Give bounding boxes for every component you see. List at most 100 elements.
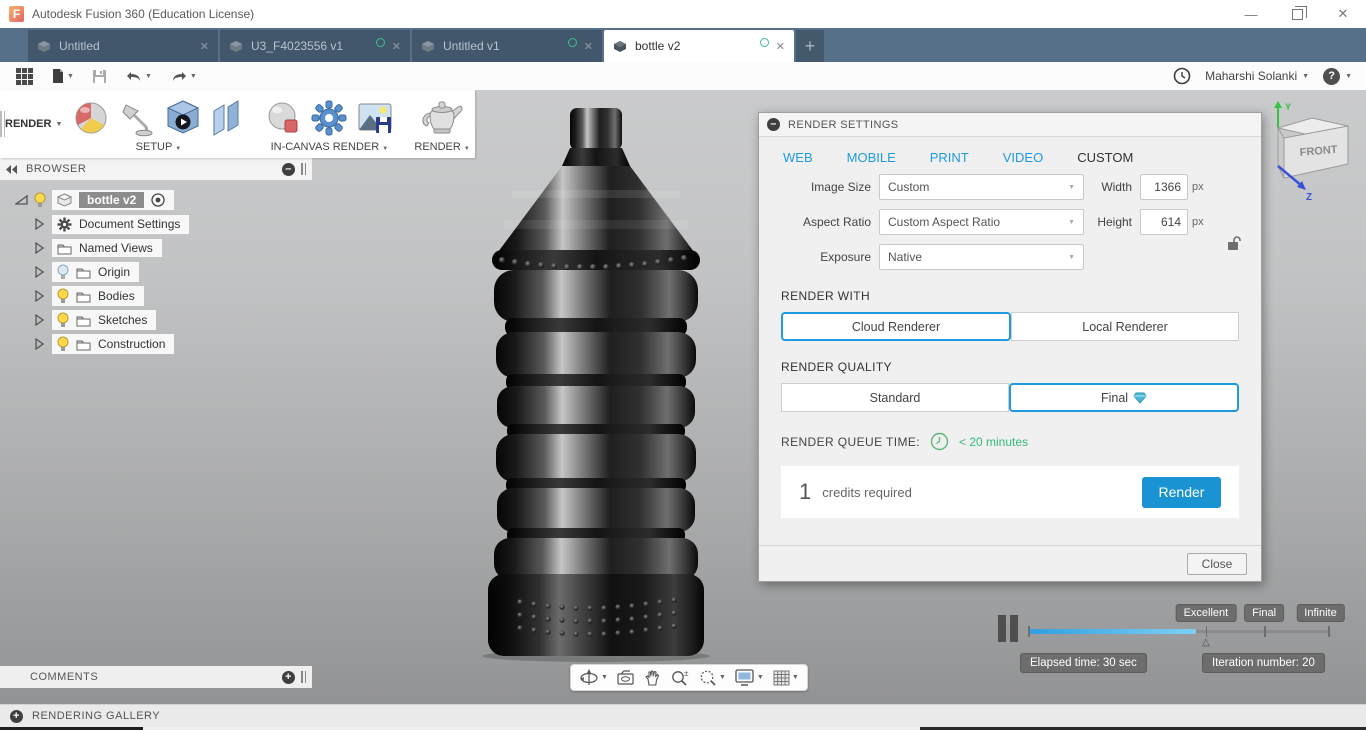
minimize-button[interactable]: — <box>1228 0 1274 28</box>
setup-group-label[interactable]: SETUP ▼ <box>72 141 244 156</box>
panel-grip-icon[interactable] <box>301 671 306 683</box>
tab-close-icon[interactable]: ✕ <box>584 40 593 53</box>
browser-header[interactable]: BROWSER – <box>0 158 312 180</box>
tab-label: bottle v2 <box>635 39 681 53</box>
comments-header[interactable]: COMMENTS + <box>0 666 312 688</box>
tab-close-icon[interactable]: ✕ <box>776 40 785 53</box>
bottle-3d-model[interactable] <box>478 104 714 664</box>
zoom-button[interactable]: ± <box>670 669 689 686</box>
orbit-button[interactable]: ▼ <box>579 668 608 687</box>
scene-lamp-icon[interactable] <box>118 99 156 137</box>
aspect-lock-open-icon[interactable] <box>1226 235 1241 251</box>
visibility-bulb-icon[interactable] <box>57 288 69 304</box>
restore-button[interactable] <box>1274 0 1320 28</box>
render-group-label[interactable]: RENDER ▼ <box>414 141 469 156</box>
activate-component-radio-icon[interactable] <box>151 193 165 207</box>
tree-item-label: Construction <box>98 337 166 351</box>
local-renderer-option[interactable]: Local Renderer <box>1011 312 1239 341</box>
expand-triangle-icon[interactable] <box>34 290 44 302</box>
credits-row: 1 credits required Render <box>781 466 1239 518</box>
width-input[interactable] <box>1140 174 1188 200</box>
standard-quality-option[interactable]: Standard <box>781 383 1009 412</box>
render-quality-slider[interactable]: Excellent Final Infinite △ Elapsed time:… <box>1020 604 1345 684</box>
in-canvas-render-group-label[interactable]: IN-CANVAS RENDER ▼ <box>264 141 394 156</box>
save-button[interactable] <box>86 66 113 87</box>
viewport-canvas[interactable]: Y FRONT Z BROWSER – bottle v2 Document S… <box>0 90 1366 704</box>
render-button[interactable]: Render <box>1142 476 1221 508</box>
job-status-clock-icon[interactable] <box>1173 67 1191 85</box>
slider-marker-icon[interactable]: △ <box>1202 637 1210 648</box>
pause-render-button[interactable] <box>998 615 1018 642</box>
look-at-button[interactable] <box>617 669 635 686</box>
data-panel-button[interactable] <box>10 65 39 88</box>
final-quality-option[interactable]: Final <box>1009 383 1239 412</box>
browser-title: BROWSER <box>26 163 87 175</box>
browser-minimize-icon[interactable]: – <box>282 162 295 176</box>
tab-mobile[interactable]: MOBILE <box>847 150 896 165</box>
expand-triangle-icon[interactable] <box>34 266 44 278</box>
user-account-menu[interactable]: Maharshi Solanki ▼ <box>1205 69 1309 83</box>
doc-tab-untitled-v1[interactable]: Untitled v1 ✕ <box>412 30 602 62</box>
rendering-gallery-bar[interactable]: + RENDERING GALLERY <box>0 704 1366 727</box>
slider-tick-infinite <box>1328 626 1330 637</box>
tab-close-icon[interactable]: ✕ <box>200 40 209 53</box>
appearance-sphere-icon[interactable] <box>72 99 110 137</box>
in-canvas-render-icon[interactable] <box>264 99 302 137</box>
panel-grip-icon[interactable] <box>301 163 306 175</box>
texture-cube-icon[interactable] <box>164 99 202 137</box>
queue-clock-icon <box>930 432 949 451</box>
visibility-bulb-icon[interactable] <box>34 192 46 208</box>
help-menu[interactable]: ? ▼ <box>1323 67 1352 85</box>
tab-custom[interactable]: CUSTOM <box>1077 150 1133 165</box>
visibility-bulb-icon[interactable] <box>57 312 69 328</box>
tree-item-sketches[interactable]: Sketches <box>14 308 312 332</box>
undo-button[interactable]: ▼ <box>119 67 158 86</box>
tab-close-icon[interactable]: ✕ <box>392 40 401 53</box>
tab-print[interactable]: PRINT <box>930 150 969 165</box>
visibility-bulb-icon[interactable] <box>57 336 69 352</box>
file-menu-button[interactable]: ▼ <box>45 65 80 87</box>
aspect-ratio-dropdown[interactable]: Custom Aspect Ratio ▼ <box>879 209 1084 235</box>
comments-expand-icon[interactable]: + <box>282 670 295 684</box>
tree-item-bodies[interactable]: Bodies <box>14 284 312 308</box>
doc-tab-untitled[interactable]: Untitled ✕ <box>28 30 218 62</box>
collapse-panel-icon[interactable] <box>6 164 18 174</box>
gallery-expand-icon[interactable]: + <box>10 709 23 723</box>
height-input[interactable] <box>1140 209 1188 235</box>
redo-button[interactable]: ▼ <box>164 67 203 86</box>
workspace-switcher[interactable]: RENDER ▼ <box>5 90 62 158</box>
decal-planes-icon[interactable] <box>210 99 244 137</box>
new-document-tab-button[interactable]: + <box>796 30 824 62</box>
display-settings-button[interactable]: ▼ <box>735 669 764 686</box>
collapse-triangle-icon[interactable] <box>14 195 28 205</box>
render-settings-gear-icon[interactable] <box>310 99 348 137</box>
render-teapot-icon[interactable] <box>420 99 464 137</box>
pan-button[interactable] <box>644 669 661 686</box>
close-dialog-button[interactable]: Close <box>1187 552 1247 575</box>
grid-layout-button[interactable]: ▼ <box>773 670 799 686</box>
tree-root-bottle-v2[interactable]: bottle v2 <box>14 188 312 212</box>
tree-item-document-settings[interactable]: Document Settings <box>14 212 312 236</box>
exposure-dropdown[interactable]: Native ▼ <box>879 244 1084 270</box>
doc-tab-bottle-v2[interactable]: bottle v2 ✕ <box>604 30 794 62</box>
expand-triangle-icon[interactable] <box>34 338 44 350</box>
tree-item-construction[interactable]: Construction <box>14 332 312 356</box>
expand-triangle-icon[interactable] <box>34 314 44 326</box>
tab-video[interactable]: VIDEO <box>1003 150 1043 165</box>
tab-web[interactable]: WEB <box>783 150 813 165</box>
expand-triangle-icon[interactable] <box>34 218 44 230</box>
doc-tab-u3[interactable]: U3_F4023556 v1 ✕ <box>220 30 410 62</box>
capture-image-icon[interactable] <box>356 99 394 137</box>
visibility-bulb-off-icon[interactable] <box>57 264 69 280</box>
dialog-collapse-icon[interactable]: – <box>767 118 780 131</box>
close-window-button[interactable]: ✕ <box>1320 0 1366 28</box>
expand-triangle-icon[interactable] <box>34 242 44 254</box>
cloud-renderer-option[interactable]: Cloud Renderer <box>781 312 1011 341</box>
viewcube[interactable]: Y FRONT Z <box>1256 98 1356 203</box>
tree-item-named-views[interactable]: Named Views <box>14 236 312 260</box>
image-size-dropdown[interactable]: Custom ▼ <box>879 174 1084 200</box>
elapsed-time-badge: Elapsed time: 30 sec <box>1020 653 1147 673</box>
tree-item-origin[interactable]: Origin <box>14 260 312 284</box>
zoom-window-button[interactable]: ▼ <box>698 669 726 686</box>
render-settings-dialog-header[interactable]: – RENDER SETTINGS <box>759 113 1261 137</box>
